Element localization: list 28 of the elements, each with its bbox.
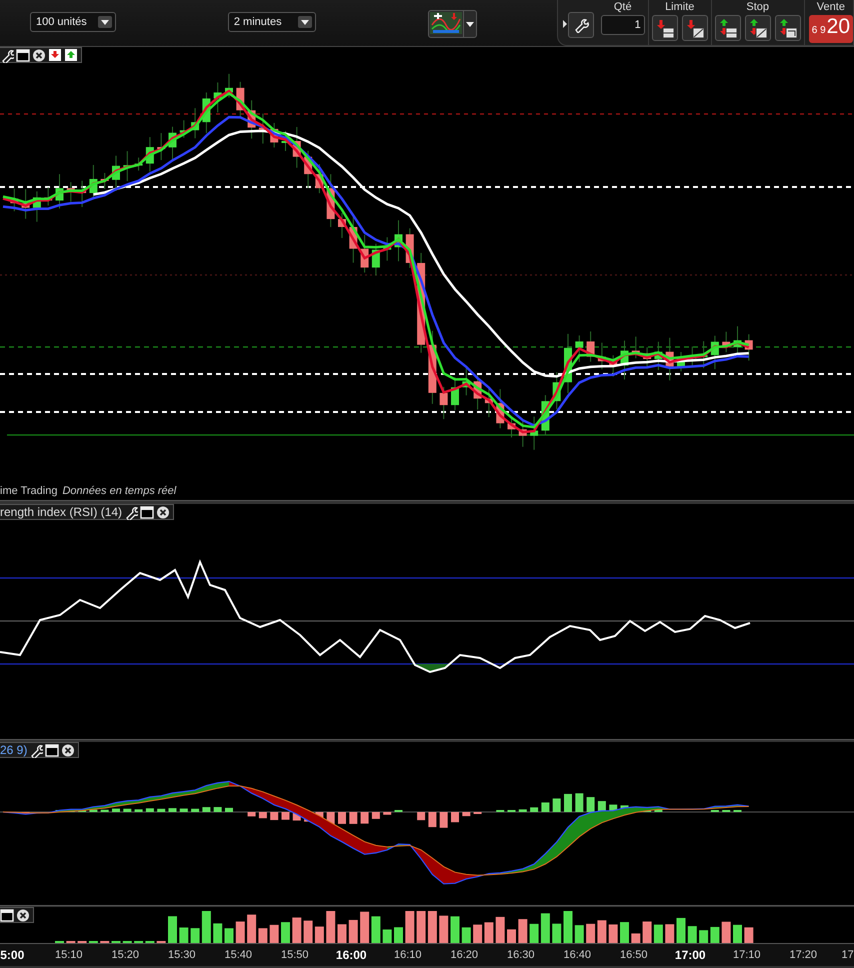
indicator-title: rength index (RSI) (14)	[0, 505, 122, 519]
time-axis-label: 15:20	[110, 948, 140, 963]
time-axis-label: 16:30	[506, 948, 536, 963]
time-axis-label: 15:40	[223, 948, 254, 963]
dropdown-select[interactable]: 100 unités	[30, 12, 116, 32]
dropdown-select[interactable]: 2 minutes	[228, 12, 316, 32]
time-axis-label: 15:10	[54, 948, 84, 963]
stop-label: Stop	[746, 1, 770, 14]
quantity-field[interactable]: 1	[600, 15, 645, 35]
time-axis-label: 17:10	[732, 948, 762, 963]
time-axis-label: 5:00	[0, 947, 26, 964]
sell-price-button[interactable]: 6 920	[808, 15, 853, 43]
indicator-title: 26 9)	[0, 743, 28, 757]
time-axis-label: 17	[840, 948, 854, 963]
time-axis-label: 16:00	[334, 947, 368, 964]
time-axis-label: 17:00	[674, 947, 707, 964]
time-axis-label: 16:10	[392, 948, 423, 963]
quantity-label: Qté	[614, 1, 632, 14]
data-status-text: Données en temps réel	[62, 485, 176, 497]
time-axis-label: 15:50	[280, 948, 310, 963]
time-axis-label: 16:40	[562, 948, 592, 963]
data-source-text: ime Trading	[0, 485, 58, 497]
time-axis-label: 15:30	[166, 948, 197, 963]
limit-label: Limite	[665, 1, 694, 14]
time-axis-label: 16:50	[618, 948, 649, 963]
time-axis-label: 16:20	[449, 948, 480, 963]
time-axis-label: 17:20	[788, 948, 818, 963]
sell-label: Vente	[816, 1, 845, 14]
